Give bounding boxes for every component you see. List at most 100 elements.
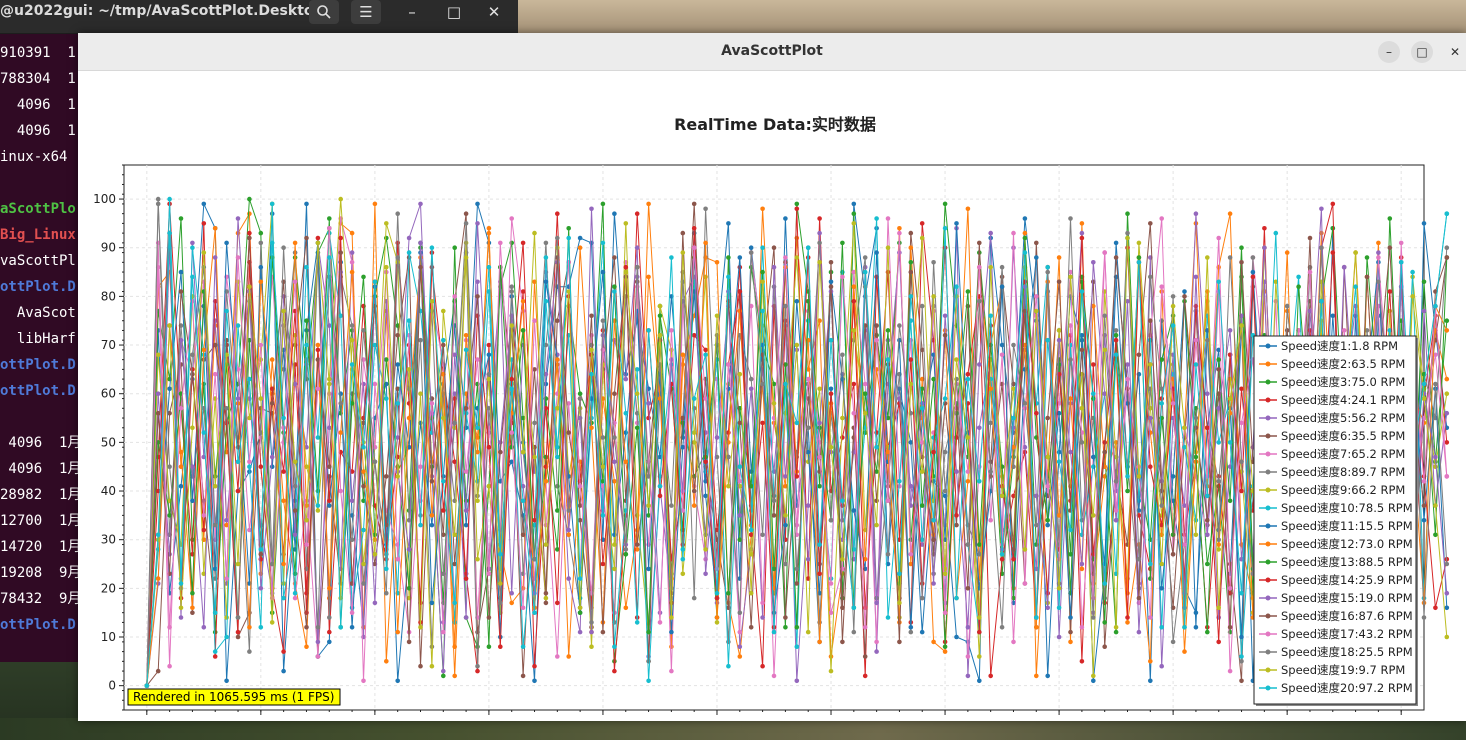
data-point bbox=[737, 629, 743, 635]
data-point bbox=[760, 600, 765, 606]
data-point bbox=[805, 245, 811, 250]
data-point bbox=[1205, 255, 1210, 260]
data-point bbox=[794, 201, 800, 207]
data-point bbox=[612, 459, 617, 465]
terminal-minimize-icon[interactable]: – bbox=[397, 0, 427, 24]
data-point bbox=[634, 264, 640, 270]
data-point bbox=[589, 347, 594, 353]
data-point bbox=[178, 289, 184, 294]
close-icon[interactable]: ✕ bbox=[1444, 41, 1466, 63]
data-point bbox=[726, 274, 731, 280]
data-point bbox=[600, 629, 606, 635]
data-point bbox=[1239, 488, 1244, 494]
data-point bbox=[1421, 381, 1427, 387]
data-point bbox=[1148, 678, 1153, 684]
data-point bbox=[304, 201, 309, 207]
data-point bbox=[840, 556, 845, 562]
data-point bbox=[247, 196, 252, 202]
hamburger-menu-icon[interactable]: ☰ bbox=[351, 0, 381, 24]
data-point bbox=[475, 201, 480, 207]
data-point bbox=[338, 196, 344, 202]
search-icon[interactable] bbox=[309, 0, 339, 24]
data-point bbox=[760, 532, 765, 538]
data-point bbox=[1159, 586, 1164, 591]
data-point bbox=[1011, 342, 1016, 348]
data-point bbox=[1227, 396, 1233, 401]
data-point bbox=[748, 250, 754, 255]
data-point bbox=[1376, 279, 1381, 285]
data-point bbox=[1205, 561, 1210, 567]
data-point bbox=[1353, 250, 1358, 255]
data-point bbox=[361, 274, 366, 280]
data-point bbox=[1421, 279, 1427, 285]
data-point bbox=[840, 498, 845, 504]
data-point bbox=[1034, 673, 1039, 679]
data-point bbox=[327, 464, 332, 470]
data-point bbox=[338, 250, 344, 255]
data-point bbox=[543, 542, 549, 547]
data-point bbox=[1125, 474, 1130, 479]
data-point bbox=[1182, 605, 1187, 611]
minimize-icon[interactable]: – bbox=[1378, 41, 1400, 63]
data-point bbox=[999, 264, 1005, 270]
data-point bbox=[1125, 590, 1130, 596]
terminal-line: 4096 1 bbox=[0, 123, 76, 139]
data-point bbox=[338, 625, 344, 630]
terminal-maximize-icon[interactable]: □ bbox=[439, 0, 469, 24]
data-point bbox=[463, 469, 469, 474]
data-point bbox=[999, 284, 1005, 289]
data-point bbox=[406, 367, 412, 372]
data-point bbox=[760, 279, 765, 285]
avascottplot-window[interactable]: AvaScottPlot – □ ✕ RealTime Data:实时数据 0 1… bbox=[78, 33, 1466, 721]
data-point bbox=[612, 644, 617, 649]
terminal-line: 4096 1月 bbox=[0, 461, 80, 477]
plot-area[interactable]: RealTime Data:实时数据 0 10 20 30 40 50 60 70 80 90 10… bbox=[78, 70, 1466, 721]
data-point bbox=[555, 454, 560, 460]
data-point bbox=[1091, 513, 1096, 518]
data-point bbox=[919, 629, 925, 635]
data-point bbox=[395, 255, 401, 260]
data-point bbox=[885, 552, 891, 557]
data-point bbox=[817, 454, 822, 460]
data-point bbox=[908, 294, 914, 299]
data-point bbox=[931, 639, 936, 645]
window-titlebar[interactable]: AvaScottPlot – □ ✕ bbox=[78, 33, 1466, 71]
data-point bbox=[1079, 347, 1085, 353]
y-tick-label: 10 bbox=[101, 630, 116, 644]
data-point bbox=[1433, 381, 1438, 387]
legend-item-label: Speed速度10:78.5 RPM bbox=[1281, 501, 1413, 515]
terminal-header[interactable]: @u2022gui: ~/tmp/AvaScottPlot.Desktop ☰ … bbox=[0, 0, 518, 34]
data-point bbox=[931, 435, 936, 440]
data-point bbox=[304, 517, 309, 523]
data-point bbox=[281, 649, 286, 654]
data-point bbox=[760, 245, 765, 250]
terminal-close-icon[interactable]: ✕ bbox=[479, 0, 509, 24]
data-point bbox=[212, 483, 218, 489]
data-point bbox=[292, 590, 298, 596]
y-tick-label: 0 bbox=[108, 679, 116, 693]
y-tick-label: 90 bbox=[101, 241, 116, 255]
data-point bbox=[1102, 620, 1107, 625]
data-point bbox=[361, 444, 366, 450]
data-point bbox=[463, 576, 469, 581]
data-point bbox=[315, 503, 321, 508]
data-point bbox=[691, 503, 697, 508]
data-point bbox=[623, 605, 629, 611]
data-point bbox=[1034, 255, 1039, 260]
data-point bbox=[498, 440, 503, 445]
data-point bbox=[201, 527, 207, 533]
data-point bbox=[475, 221, 480, 226]
data-point bbox=[1068, 629, 1073, 635]
data-point bbox=[1239, 245, 1244, 250]
maximize-icon[interactable]: □ bbox=[1411, 41, 1433, 63]
data-point bbox=[155, 196, 161, 202]
data-point bbox=[235, 216, 241, 221]
data-point bbox=[817, 216, 822, 221]
data-point bbox=[726, 483, 731, 489]
data-point bbox=[874, 444, 879, 450]
data-point bbox=[1170, 401, 1176, 406]
data-point bbox=[805, 503, 811, 508]
data-point bbox=[235, 615, 241, 620]
data-point bbox=[589, 206, 594, 212]
data-point bbox=[851, 221, 857, 226]
